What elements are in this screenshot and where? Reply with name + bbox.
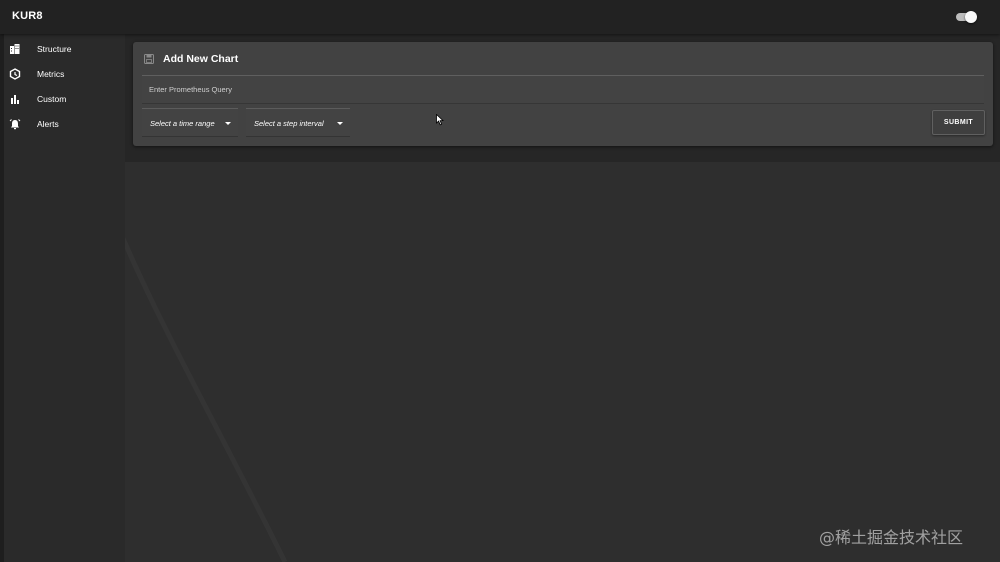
sidebar-item-alerts[interactable]: Alerts [4, 112, 125, 137]
prometheus-query-field [142, 75, 984, 104]
submit-button[interactable]: SUBMIT [932, 110, 985, 135]
app-title: KUR8 [12, 10, 43, 22]
time-range-label: Select a time range [150, 119, 215, 128]
alarm-icon [9, 119, 21, 130]
sidebar-item-label: Structure [37, 44, 72, 54]
prometheus-query-input[interactable] [142, 76, 984, 103]
watermark-text: @稀土掘金技术社区 [819, 528, 964, 547]
sidebar: Structure Metrics Custom Alerts [0, 34, 125, 562]
save-icon [144, 54, 154, 64]
card-title: Add New Chart [163, 53, 239, 65]
hexagon-icon [9, 68, 21, 80]
sidebar-item-custom[interactable]: Custom [4, 87, 125, 112]
sidebar-item-label: Alerts [37, 119, 59, 129]
time-range-select[interactable]: Select a time range [142, 108, 238, 137]
sidebar-item-structure[interactable]: Structure [4, 37, 125, 62]
app-root: KUR8 Structure Metrics Custom Alerts Add… [0, 0, 1000, 562]
caret-down-icon [225, 122, 231, 125]
caret-down-icon [337, 122, 343, 125]
add-chart-card: Add New Chart Select a time range Select… [133, 42, 993, 146]
building-icon [10, 44, 20, 54]
sidebar-item-metrics[interactable]: Metrics [4, 62, 125, 87]
top-app-bar: KUR8 [0, 0, 1000, 34]
toggle-thumb [965, 11, 977, 23]
mouse-cursor-icon [436, 114, 444, 126]
step-interval-select[interactable]: Select a step interval [246, 108, 350, 137]
sidebar-item-label: Custom [37, 94, 67, 104]
dark-mode-toggle[interactable] [955, 11, 977, 23]
sidebar-item-label: Metrics [37, 69, 65, 79]
step-interval-label: Select a step interval [254, 119, 324, 128]
bar-chart-icon [11, 95, 19, 104]
